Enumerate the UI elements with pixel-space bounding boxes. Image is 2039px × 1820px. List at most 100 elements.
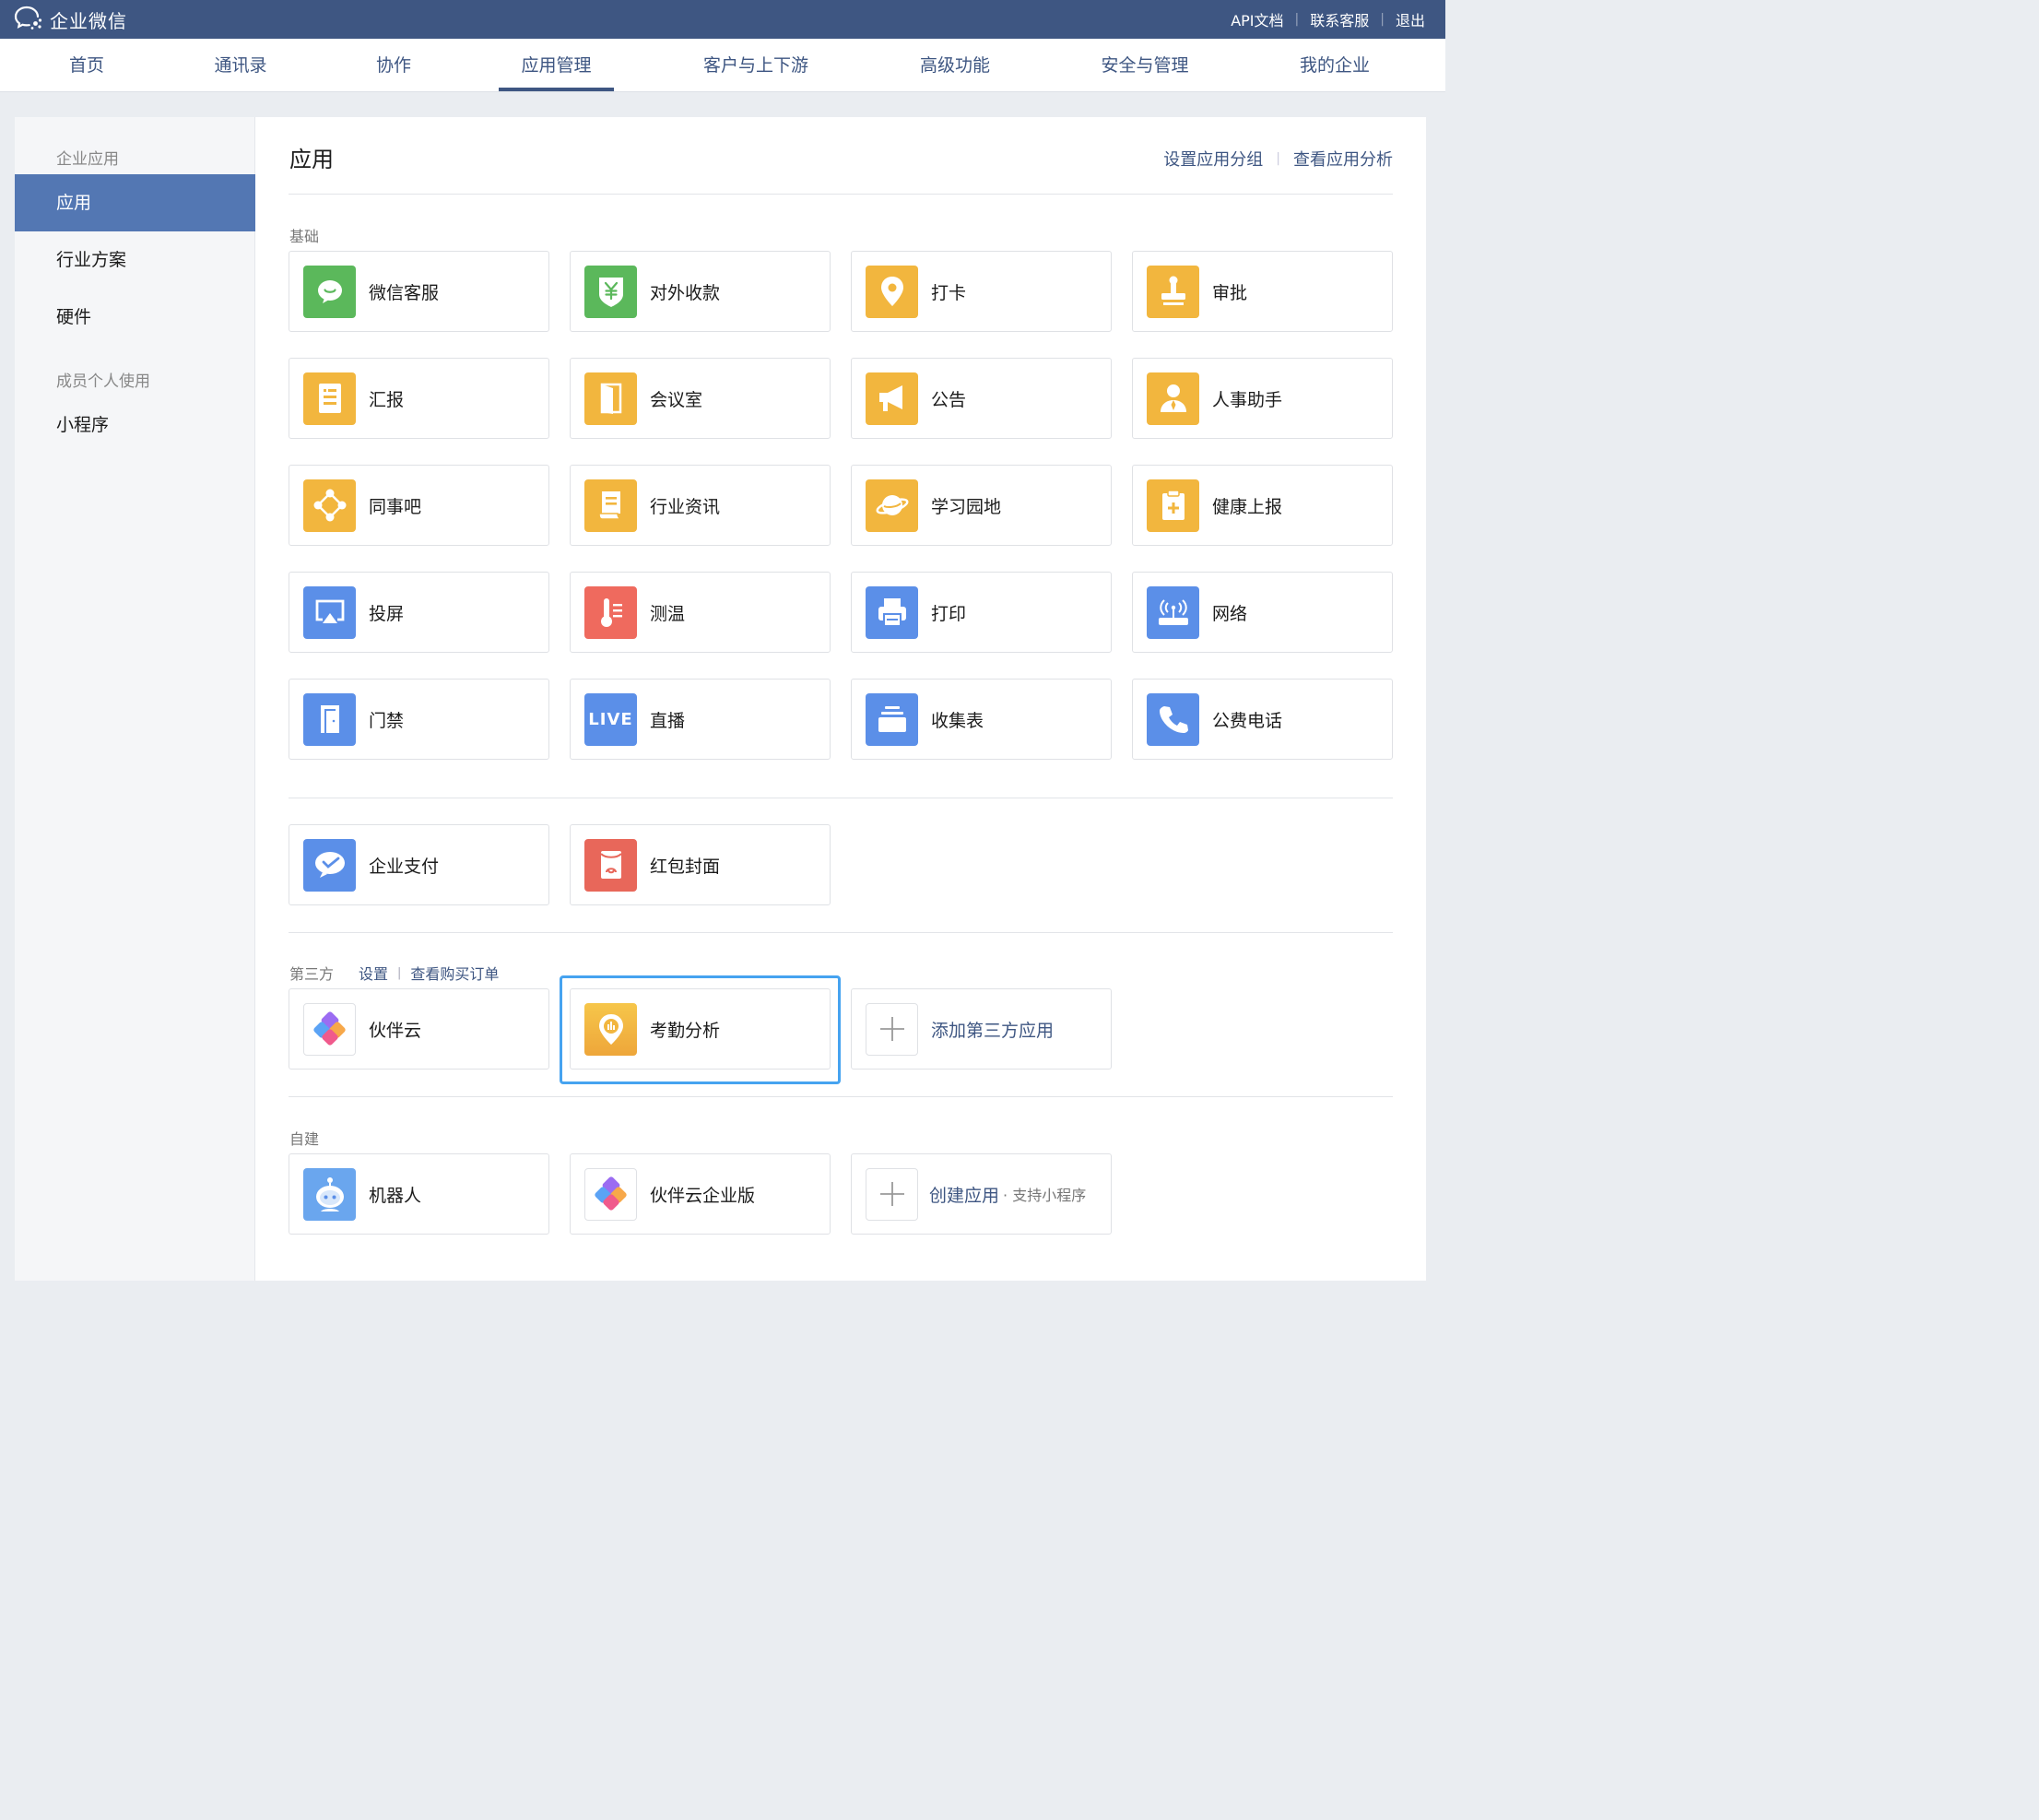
app-card-external-payment[interactable]: 对外收款: [570, 251, 831, 332]
app-card-collection-form[interactable]: 收集表: [851, 679, 1112, 760]
add-third-party-app-label: 添加第三方应用: [931, 1020, 1055, 1041]
app-card-temperature[interactable]: 测温: [570, 572, 831, 653]
app-name: 行业资讯: [650, 496, 721, 517]
title-link-separator: |: [1276, 151, 1280, 166]
app-name: 门禁: [369, 710, 405, 731]
nav-tab-contacts[interactable]: 通讯录: [203, 39, 278, 92]
printer-icon: [866, 585, 918, 639]
sidebar-group-personal: 成员个人使用: [56, 372, 150, 391]
scroll-doc-icon: [584, 479, 637, 532]
create-app-sub-label: · 支持小程序: [1003, 1187, 1087, 1204]
app-card-huoban-cloud-enterprise[interactable]: 伙伴云企业版: [570, 1153, 831, 1235]
view-purchase-orders-link[interactable]: 查看购买订单: [410, 962, 499, 984]
wechat-service-icon: [303, 265, 356, 318]
create-app-label: 创建应用: [929, 1185, 1000, 1206]
nav-tab-security[interactable]: 安全与管理: [1090, 39, 1200, 92]
robot-icon: [303, 1167, 356, 1221]
plus-icon: [866, 1167, 918, 1221]
app-card-screen-cast[interactable]: 投屏: [289, 572, 549, 653]
sidebar-group-enterprise-apps: 企业应用: [56, 150, 119, 169]
app-name: 对外收款: [650, 282, 721, 303]
section-custom-label: 自建: [289, 1130, 320, 1148]
app-name: 测温: [650, 603, 686, 624]
sidebar-item-hardware[interactable]: 硬件: [15, 289, 255, 346]
app-card-attendance-analysis[interactable]: 考勤分析: [570, 988, 831, 1070]
sidebar-item-apps[interactable]: 应用: [15, 174, 255, 231]
nav-tab-advanced[interactable]: 高级功能: [909, 39, 1001, 92]
section-third-party-label: 第三方: [289, 965, 335, 983]
header-separator: |: [1294, 12, 1300, 27]
brand-logo[interactable]: 企业微信: [13, 5, 127, 34]
add-third-party-app-card[interactable]: 添加第三方应用: [851, 988, 1112, 1070]
app-name: 投屏: [369, 603, 405, 624]
app-card-robot[interactable]: 机器人: [289, 1153, 549, 1235]
app-card-red-envelope-cover[interactable]: 红包封面: [570, 824, 831, 905]
section-divider: [289, 1096, 1393, 1097]
app-card-print[interactable]: 打印: [851, 572, 1112, 653]
app-name: 机器人: [369, 1185, 422, 1206]
huoban-cloud-enterprise-icon: [584, 1167, 637, 1221]
app-name: 公费电话: [1212, 710, 1283, 731]
planet-icon: [866, 479, 918, 532]
app-name: 会议室: [650, 389, 703, 410]
view-app-analytics-link[interactable]: 查看应用分析: [1293, 147, 1393, 171]
app-name: 伙伴云: [369, 1020, 422, 1041]
app-card-wechat-service[interactable]: 微信客服: [289, 251, 549, 332]
third-party-link-separator: |: [397, 965, 402, 980]
collect-form-icon: [866, 692, 918, 746]
stamp-icon: [1147, 265, 1199, 318]
section-basic-label: 基础: [289, 228, 320, 245]
app-card-live[interactable]: LIVE 直播: [570, 679, 831, 760]
main-nav: 首页 通讯录 协作 应用管理 客户与上下游 高级功能 安全与管理 我的企业: [0, 39, 1445, 92]
app-card-meeting-room[interactable]: 会议室: [570, 358, 831, 439]
app-card-learning-garden[interactable]: 学习园地: [851, 465, 1112, 546]
create-app-card[interactable]: 创建应用 · 支持小程序: [851, 1153, 1112, 1235]
app-card-industry-news[interactable]: 行业资讯: [570, 465, 831, 546]
header-separator: |: [1380, 12, 1385, 27]
logout-link[interactable]: 退出: [1396, 8, 1425, 30]
app-card-health-report[interactable]: 健康上报: [1132, 465, 1393, 546]
contact-support-link[interactable]: 联系客服: [1310, 8, 1369, 30]
app-card-report[interactable]: 汇报: [289, 358, 549, 439]
sidebar-item-mini-program[interactable]: 小程序: [15, 396, 255, 454]
door-icon: [303, 692, 356, 746]
wework-logo-icon: [13, 4, 44, 35]
app-name: 直播: [650, 710, 686, 731]
sidebar: 企业应用 应用 行业方案 硬件 成员个人使用 小程序: [15, 117, 255, 1281]
app-card-huoban-cloud[interactable]: 伙伴云: [289, 988, 549, 1070]
app-name: 微信客服: [369, 282, 440, 303]
app-card-network[interactable]: 网络: [1132, 572, 1393, 653]
app-name: 收集表: [931, 710, 984, 731]
app-name: 汇报: [369, 389, 405, 410]
app-card-public-phone[interactable]: 公费电话: [1132, 679, 1393, 760]
top-header-bar: 企业微信 API文档 | 联系客服 | 退出: [0, 0, 1445, 39]
nav-tab-app-management-label: 应用管理: [521, 55, 592, 76]
app-card-approval[interactable]: 审批: [1132, 251, 1393, 332]
health-clipboard-icon: [1147, 479, 1199, 532]
app-card-clock-in[interactable]: 打卡: [851, 251, 1112, 332]
nav-tab-my-company[interactable]: 我的企业: [1289, 39, 1381, 92]
third-party-links: 设置 | 查看购买订单: [359, 962, 499, 984]
nav-tab-customers[interactable]: 客户与上下游: [693, 39, 819, 92]
app-name: 网络: [1212, 603, 1248, 624]
app-name: 人事助手: [1212, 389, 1283, 410]
app-card-hr-assistant[interactable]: 人事助手: [1132, 358, 1393, 439]
nav-tab-home[interactable]: 首页: [55, 39, 118, 92]
thermometer-icon: [584, 585, 637, 639]
app-card-colleague-bar[interactable]: 同事吧: [289, 465, 549, 546]
live-icon-text: LIVE: [588, 709, 633, 729]
set-app-groups-link[interactable]: 设置应用分组: [1163, 147, 1263, 171]
nav-tab-collaboration[interactable]: 协作: [365, 39, 422, 92]
app-name: 伙伴云企业版: [650, 1185, 756, 1206]
app-card-access-control[interactable]: 门禁: [289, 679, 549, 760]
app-name: 审批: [1212, 282, 1248, 303]
third-party-settings-link[interactable]: 设置: [359, 962, 388, 984]
sidebar-item-industry-solutions[interactable]: 行业方案: [15, 231, 255, 289]
api-docs-link[interactable]: API文档: [1231, 8, 1283, 30]
app-card-announcement[interactable]: 公告: [851, 358, 1112, 439]
megaphone-icon: [866, 372, 918, 425]
nav-tab-app-management[interactable]: 应用管理: [499, 39, 614, 92]
app-card-enterprise-payment[interactable]: 企业支付: [289, 824, 549, 905]
app-name: 考勤分析: [650, 1020, 721, 1041]
location-pin-icon: [866, 265, 918, 318]
